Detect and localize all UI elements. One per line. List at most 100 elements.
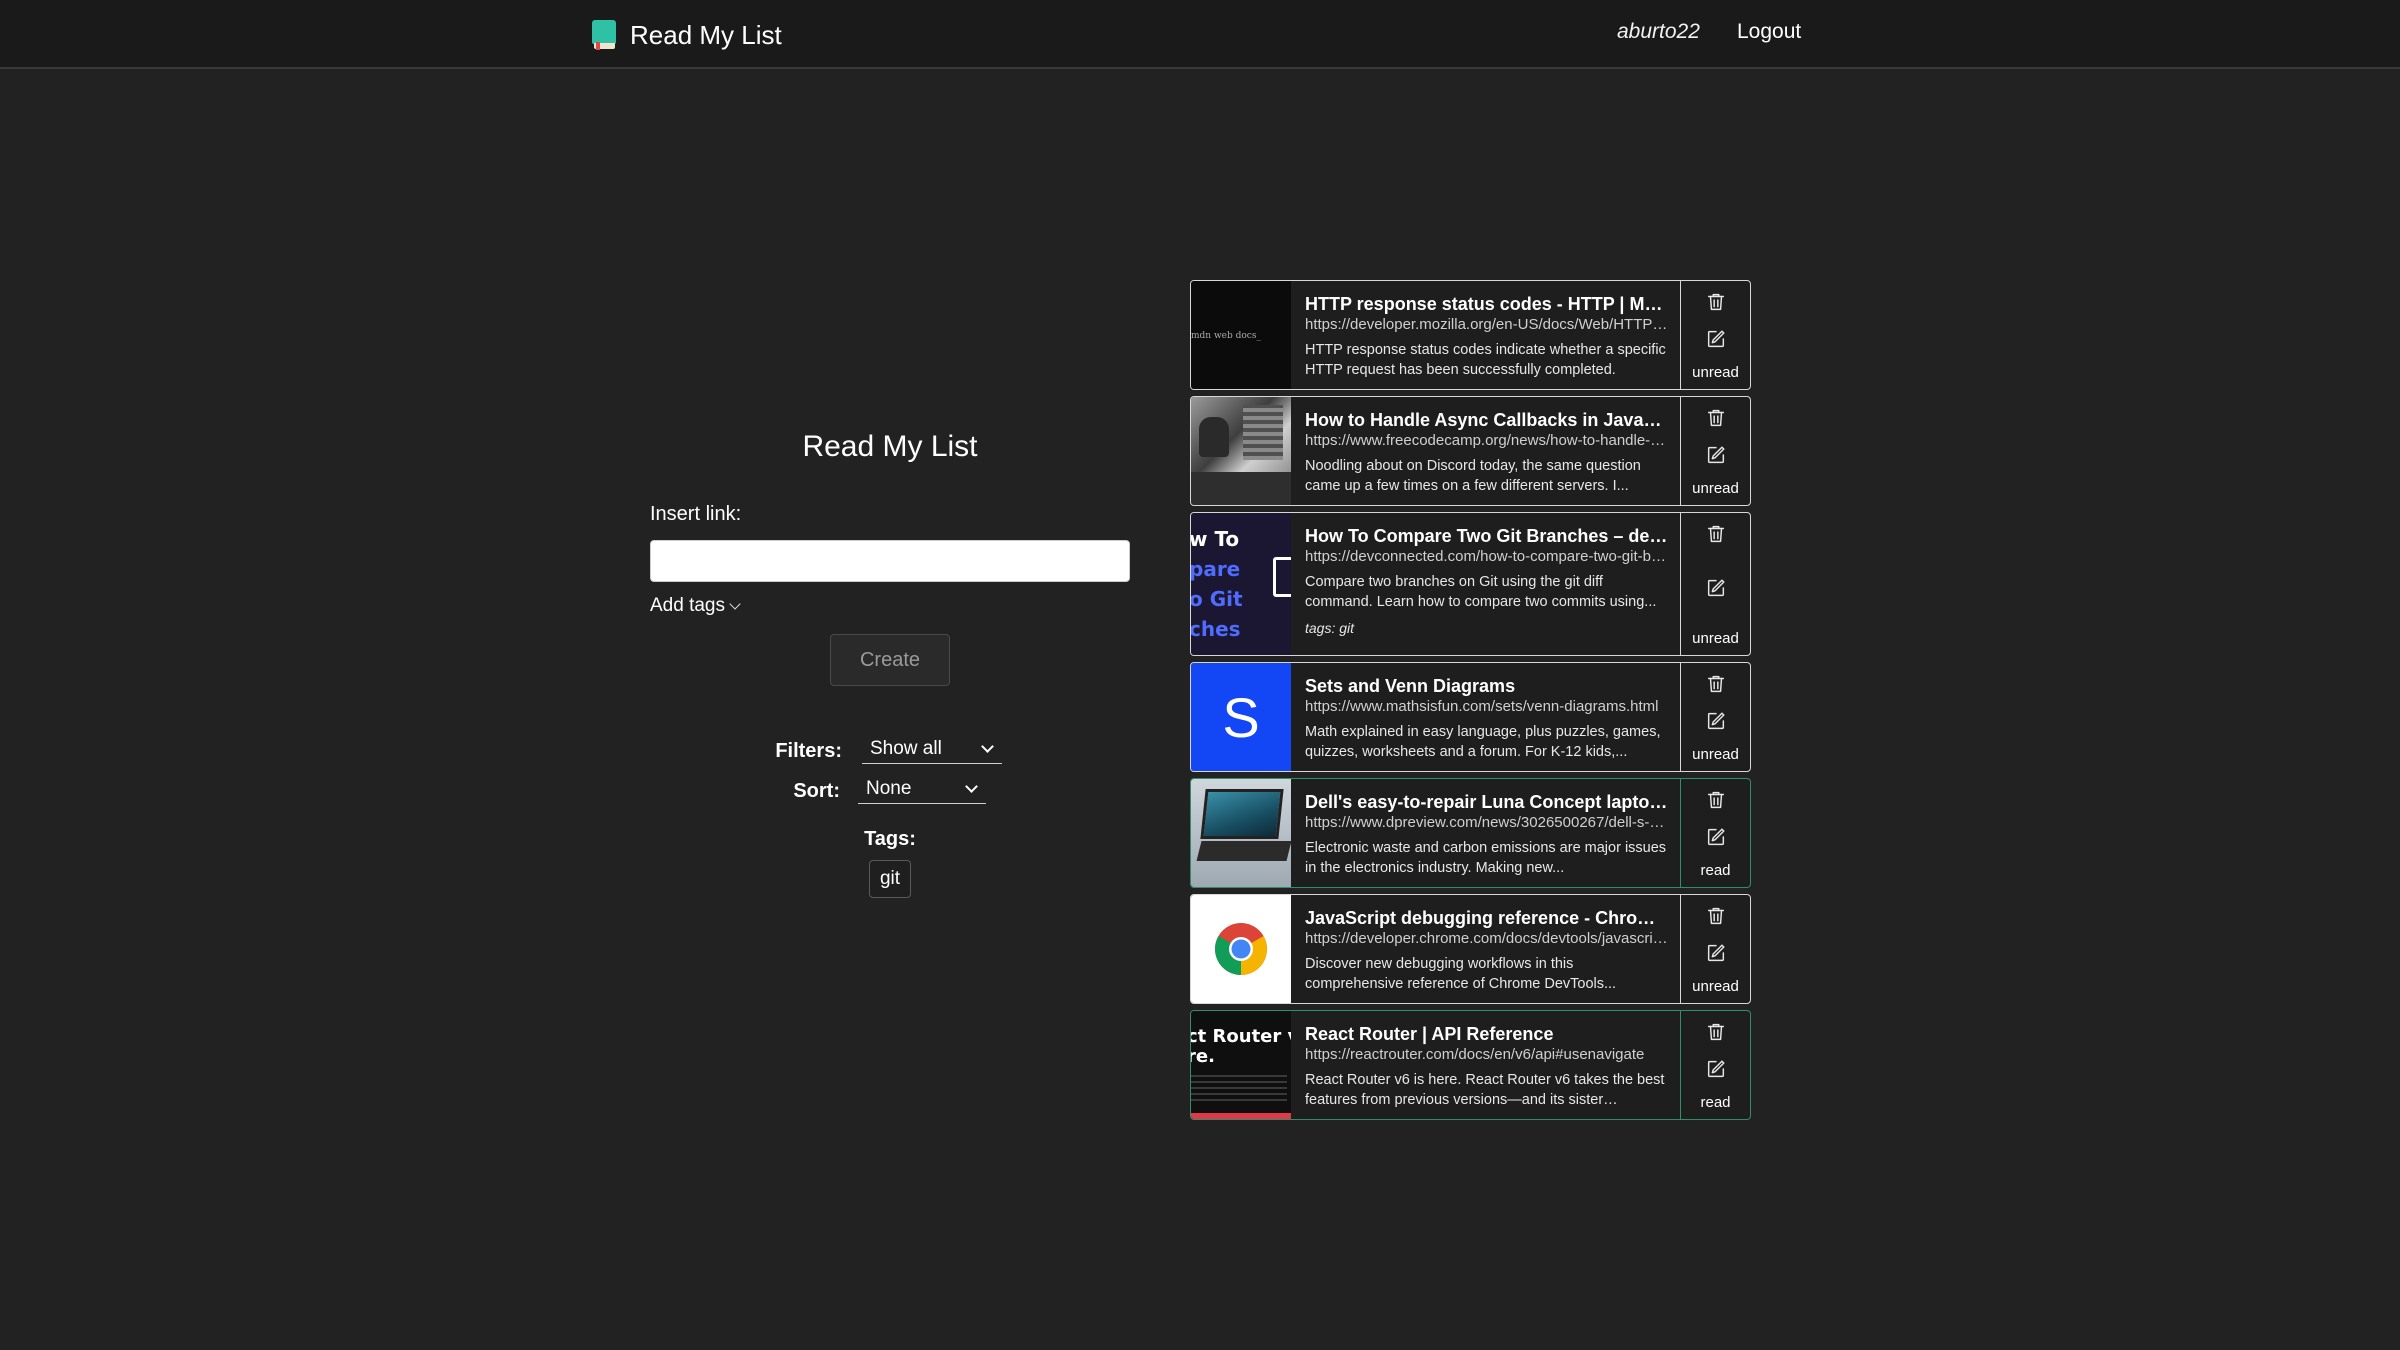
card-url[interactable]: https://developer.chrome.com/docs/devtoo… [1305,929,1670,949]
card-url[interactable]: https://developer.mozilla.org/en-US/docs… [1305,315,1670,335]
card-body[interactable]: How To Compare Two Git Branches – devcon… [1291,513,1681,655]
trash-icon[interactable] [1705,673,1727,695]
card-actions: read [1681,1011,1750,1119]
edit-icon[interactable] [1705,328,1727,350]
read-status-toggle[interactable]: unread [1692,480,1739,497]
list-item[interactable]: ct Router v6re. React Router | API Refer… [1190,1010,1751,1120]
card-description: Math explained in easy language, plus pu… [1305,724,1661,760]
thumb-caption: ct Router v6re. [1191,1027,1291,1067]
trash-icon[interactable] [1705,1021,1727,1043]
card-description: Electronic waste and carbon emissions ar… [1305,840,1667,876]
card-description: Compare two branches on Git using the gi… [1305,574,1657,610]
trash-icon[interactable] [1705,523,1727,545]
card-body[interactable]: React Router | API Reference https://rea… [1291,1011,1681,1119]
thumb-caption-line: ct Router v6 [1191,1026,1291,1047]
card-body[interactable]: JavaScript debugging reference - Chrome … [1291,895,1681,1003]
brand-link[interactable]: Read My List [592,18,782,52]
edit-icon[interactable] [1705,444,1727,466]
card-title[interactable]: React Router | API Reference [1305,1023,1670,1045]
list-item[interactable]: mdn web docs_ HTTP response status codes… [1190,280,1751,390]
edit-icon[interactable] [1705,577,1727,599]
card-title[interactable]: HTTP response status codes - HTTP | MDN [1305,293,1670,315]
thumb-caption: w To [1191,527,1240,551]
read-status-toggle[interactable]: unread [1692,630,1739,647]
trash-icon[interactable] [1705,407,1727,429]
sort-label: Sort: [793,780,840,802]
card-url[interactable]: https://www.dpreview.com/news/3026500267… [1305,813,1670,833]
list-item[interactable]: JavaScript debugging reference - Chrome … [1190,894,1751,1004]
thumb-caption: ches [1191,617,1241,641]
card-body[interactable]: Dell's easy-to-repair Luna Concept lapto… [1291,779,1681,887]
read-status-toggle[interactable]: read [1700,862,1730,879]
sort-select[interactable]: None [858,776,986,804]
card-actions: unread [1681,895,1750,1003]
read-status-toggle[interactable]: read [1700,1094,1730,1111]
thumbnail-image[interactable]: mdn web docs_ [1191,281,1291,389]
card-body[interactable]: How to Handle Async Callbacks in JavaScr… [1291,397,1681,505]
list-item[interactable]: w To pare o Git ches How To Compare Two Git… [1190,512,1751,656]
thumbnail-image[interactable] [1191,895,1291,1003]
tag-chip-git[interactable]: git [869,860,911,898]
chevron-down-icon [965,780,978,793]
list-item[interactable]: Dell's easy-to-repair Luna Concept lapto… [1190,778,1751,888]
thumbnail-image[interactable]: ct Router v6re. [1191,1011,1291,1119]
edit-icon[interactable] [1705,710,1727,732]
thumb-caption: S [1222,685,1260,749]
reading-list: mdn web docs_ HTTP response status codes… [1190,280,1751,1126]
card-description: HTTP response status codes indicate whet… [1305,342,1666,378]
book-logo-icon [592,20,616,50]
card-body[interactable]: Sets and Venn Diagrams https://www.maths… [1291,663,1681,771]
add-tags-label: Add tags [650,595,725,616]
card-actions: unread [1681,663,1750,771]
add-tags-toggle[interactable]: Add tags [650,595,741,617]
card-body[interactable]: HTTP response status codes - HTTP | MDN … [1291,281,1681,389]
logout-button[interactable]: Logout [1737,20,1801,44]
thumbnail-image[interactable]: w To pare o Git ches [1191,513,1291,655]
trash-icon[interactable] [1705,789,1727,811]
page-title: Read My List [802,430,978,463]
thumb-caption: pare [1191,557,1241,581]
thumbnail-image[interactable] [1191,779,1291,887]
edit-icon[interactable] [1705,826,1727,848]
read-status-toggle[interactable]: unread [1692,978,1739,995]
card-actions: unread [1681,281,1750,389]
card-url[interactable]: https://devconnected.com/how-to-compare-… [1305,547,1670,567]
sort-select-value: None [866,778,912,799]
edit-icon[interactable] [1705,942,1727,964]
filters-label: Filters: [775,740,842,762]
list-item[interactable]: How to Handle Async Callbacks in JavaScr… [1190,396,1751,506]
thumb-caption: o Git [1191,587,1243,611]
edit-icon[interactable] [1705,1058,1727,1080]
card-description: Discover new debugging workflows in this… [1305,956,1617,992]
thumbnail-image[interactable] [1191,397,1291,505]
card-url[interactable]: https://www.freecodecamp.org/news/how-to… [1305,431,1670,451]
create-button[interactable]: Create [830,634,950,686]
card-actions: read [1681,779,1750,887]
insert-link-label: Insert link: [650,503,742,525]
link-input[interactable] [650,540,1130,582]
read-status-toggle[interactable]: unread [1692,364,1739,381]
chrome-logo-icon [1215,923,1267,975]
card-title[interactable]: Sets and Venn Diagrams [1305,675,1670,697]
card-title[interactable]: How To Compare Two Git Branches – devcon… [1305,525,1670,547]
chevron-down-icon [729,597,741,610]
card-url[interactable]: https://reactrouter.com/docs/en/v6/api#u… [1305,1045,1670,1065]
thumb-caption: mdn web docs_ [1191,331,1261,341]
filters-select-value: Show all [870,738,942,759]
brand-name: Read My List [630,19,782,50]
trash-icon[interactable] [1705,291,1727,313]
card-actions: unread [1681,513,1750,655]
list-item[interactable]: S Sets and Venn Diagrams https://www.mat… [1190,662,1751,772]
filters-select[interactable]: Show all [862,736,1002,764]
card-url[interactable]: https://www.mathsisfun.com/sets/venn-dia… [1305,697,1670,717]
read-status-toggle[interactable]: unread [1692,746,1739,763]
card-description: React Router v6 is here. React Router v6… [1305,1072,1665,1108]
card-title[interactable]: JavaScript debugging reference - Chrome … [1305,907,1670,929]
card-title[interactable]: Dell's easy-to-repair Luna Concept lapto… [1305,791,1670,813]
trash-icon[interactable] [1705,905,1727,927]
card-tags: tags: git [1305,620,1355,636]
card-title[interactable]: How to Handle Async Callbacks in JavaScr… [1305,409,1670,431]
navbar: Read My List aburto22 Logout [0,0,2400,69]
tags-title: Tags: [864,828,916,850]
thumbnail-image[interactable]: S [1191,663,1291,771]
